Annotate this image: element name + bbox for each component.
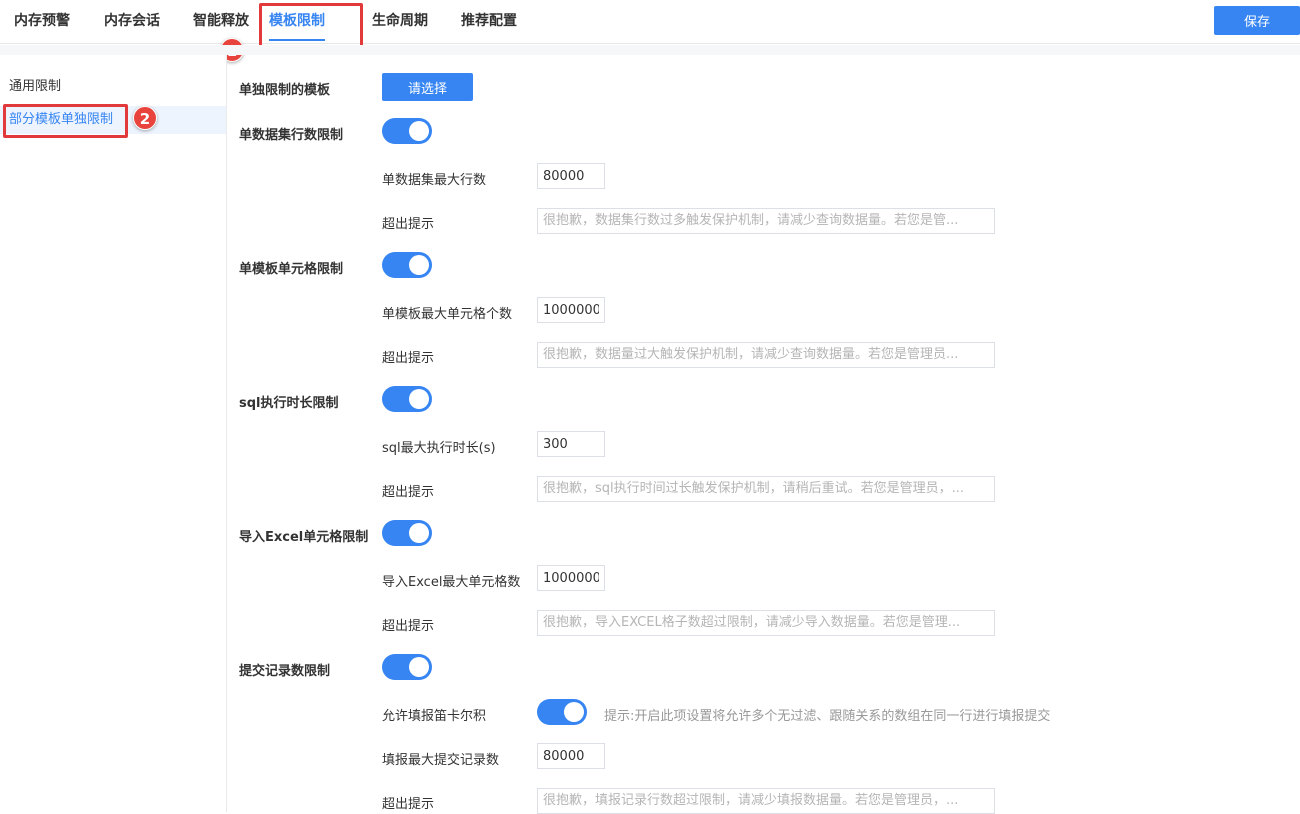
save-button[interactable]: 保存	[1214, 6, 1300, 35]
dataset-rows-limit-label: 单数据集行数限制	[239, 128, 344, 143]
template-cells-limit-toggle[interactable]	[382, 252, 432, 278]
toggle-knob	[409, 389, 429, 409]
template-select-label: 单独限制的模板	[239, 83, 331, 98]
top-tab-bar: 内存预警 内存会话 智能释放 模板限制 生命周期 推荐配置 保存	[0, 0, 1300, 44]
dataset-tip-input[interactable]: 很抱歉，数据集行数过多触发保护机制，请减少查询数据量。若您是管...	[537, 208, 995, 234]
submit-records-limit-label: 提交记录数限制	[239, 664, 331, 679]
template-max-cells-input[interactable]	[537, 297, 605, 323]
cartesian-product-label: 允许填报笛卡尔积	[382, 709, 487, 724]
sidebar-item-general-limit[interactable]: 通用限制	[0, 73, 226, 101]
submit-max-records-input[interactable]	[537, 743, 605, 769]
dataset-max-rows-input[interactable]	[537, 163, 605, 189]
submit-tip-label: 超出提示	[382, 797, 435, 812]
header-separator	[0, 45, 1300, 55]
tab-lifecycle[interactable]: 生命周期	[372, 0, 428, 44]
tab-recommended-config[interactable]: 推荐配置	[461, 0, 517, 44]
active-tab-underline	[269, 39, 325, 41]
submit-tip-input[interactable]: 很抱歉，填报记录行数超过限制，请减少填报数据量。若您是管理员，...	[537, 788, 995, 814]
sql-tip-input[interactable]: 很抱歉，sql执行时间过长触发保护机制，请稍后重试。若您是管理员，...	[537, 476, 995, 502]
sql-max-duration-input[interactable]	[537, 431, 605, 457]
excel-cells-limit-toggle[interactable]	[382, 520, 432, 546]
sql-duration-limit-label: sql执行时长限制	[239, 396, 339, 411]
template-cells-tip-label: 超出提示	[382, 351, 435, 366]
cartesian-product-hint: 提示:开启此项设置将允许多个无过滤、跟随关系的数组在同一行进行填报提交	[604, 709, 1051, 724]
tab-template-limit-label: 模板限制	[269, 13, 325, 29]
template-cells-tip-input[interactable]: 很抱歉，数据量过大触发保护机制，请减少查询数据量。若您是管理员...	[537, 342, 995, 368]
excel-cells-limit-label: 导入Excel单元格限制	[239, 530, 369, 545]
template-limit-panel: 单独限制的模板 请选择 单数据集行数限制 单数据集最大行数 超出提示 很抱歉，数…	[228, 55, 1300, 814]
dataset-tip-label: 超出提示	[382, 217, 435, 232]
submit-max-records-label: 填报最大提交记录数	[382, 753, 500, 768]
toggle-knob	[564, 702, 584, 722]
excel-tip-label: 超出提示	[382, 619, 435, 634]
tab-memory-session[interactable]: 内存会话	[104, 0, 160, 44]
template-cells-limit-label: 单模板单元格限制	[239, 262, 344, 277]
annotation-badge-2: 2	[133, 106, 157, 130]
excel-max-cells-input[interactable]	[537, 565, 605, 591]
submit-records-limit-toggle[interactable]	[382, 654, 432, 680]
sidebar-item-template-limit[interactable]: 部分模板单独限制	[0, 106, 226, 134]
choose-template-button[interactable]: 请选择	[382, 73, 473, 101]
tab-memory-warning[interactable]: 内存预警	[14, 0, 70, 44]
cartesian-product-toggle[interactable]	[537, 699, 587, 725]
template-max-cells-label: 单模板最大单元格个数	[382, 307, 513, 322]
toggle-knob	[409, 255, 429, 275]
tab-smart-release[interactable]: 智能释放	[193, 0, 249, 44]
dataset-rows-limit-toggle[interactable]	[382, 118, 432, 144]
excel-tip-input[interactable]: 很抱歉，导入EXCEL格子数超过限制，请减少导入数据量。若您是管理...	[537, 610, 995, 636]
toggle-knob	[409, 657, 429, 677]
excel-max-cells-label: 导入Excel最大单元格数	[382, 575, 521, 590]
dataset-max-rows-label: 单数据集最大行数	[382, 173, 487, 188]
sidebar: 通用限制 部分模板单独限制	[0, 55, 227, 812]
toggle-knob	[409, 121, 429, 141]
sql-duration-limit-toggle[interactable]	[382, 386, 432, 412]
sql-max-duration-label: sql最大执行时长(s)	[382, 441, 496, 456]
sql-tip-label: 超出提示	[382, 485, 435, 500]
toggle-knob	[409, 523, 429, 543]
tab-template-limit[interactable]: 模板限制	[269, 0, 325, 44]
